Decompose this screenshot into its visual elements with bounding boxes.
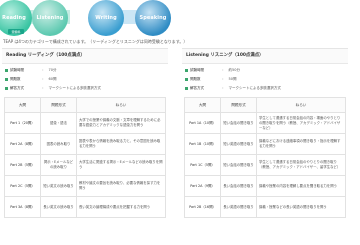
reading-panel: Reading リーディング（100点満点） 試験時間 ： 70分 問題数 ： 60…	[2, 48, 168, 245]
table-row: Part 1（20問） 語彙・語法 大学での授業や講義の文脈・文章を理解するため…	[4, 112, 166, 134]
table-row: Part 1B（10問） 短い英語の聞き取り 講義などにおける連絡事項の聞き取り…	[184, 133, 346, 155]
info-row-time: 試験時間 ： 70分	[2, 66, 168, 75]
cell-format: 図表の読み取り	[40, 133, 77, 155]
info-value: 70分	[48, 68, 57, 72]
cell-part: Part 1C（5問）	[184, 154, 221, 176]
cell-part: Part 2B（16問）	[184, 196, 221, 218]
cell-aim: 講義などにおける連絡事項の聞き取り・指示を理解する力を問う	[256, 133, 346, 155]
cell-format: 短い会話の聞き取り	[220, 112, 257, 134]
cell-aim: 講義や授業の内容を理解し要点を聞き取る力を問う	[256, 175, 346, 197]
cell-format: 掲示・Eメールなどの読み取り	[40, 154, 77, 176]
info-label: 問題数	[10, 77, 21, 81]
info-value: 約50分	[228, 68, 240, 72]
intro-text: TEAP は4つのカテゴリーで構成されています。（リーディングとリスニングは同時…	[3, 39, 188, 44]
fee-badge[interactable]: 受験料	[8, 29, 24, 34]
table-row: Part 2B（5問） 掲示・Eメールなどの読み取り 大学生活に関連する掲示・E…	[4, 154, 166, 176]
cell-aim: 長い英文の論理構成や要点を把握する力を問う	[76, 196, 166, 218]
listening-table: 大問 問題形式 ねらい Part 1A（10問） 短い会話の聞き取り 学生として…	[184, 97, 346, 218]
info-label: 解答方式	[190, 86, 204, 90]
bullet-icon	[185, 69, 188, 72]
bullet-icon	[5, 78, 8, 81]
cell-format: 語彙・語法	[40, 112, 77, 134]
cell-part: Part 2B（5問）	[4, 154, 41, 176]
cell-part: Part 1（20問）	[4, 112, 41, 134]
header-format: 問題形式	[40, 97, 77, 113]
info-value: 60問	[48, 77, 57, 81]
info-label: 解答方式	[10, 86, 24, 90]
info-row-count: 問題数 ： 50問	[182, 75, 348, 84]
table-row: Part 1C（5問） 短い会話の聞き取り 学生として遭遇する日常会話のやりとり…	[184, 154, 346, 176]
cell-format: 長い会話の聞き取り	[220, 175, 257, 197]
cell-part: Part 2A（8問）	[4, 133, 41, 155]
cell-part: Part 2C（5問）	[4, 175, 41, 197]
cell-format: 短い英文の読み取り	[40, 175, 77, 197]
skill-label: Listening	[36, 15, 64, 21]
cell-format: 短い会話の聞き取り	[220, 154, 257, 176]
bullet-icon	[185, 87, 188, 90]
skill-label: Reading	[2, 15, 26, 21]
cell-format: 短い英語の聞き取り	[220, 133, 257, 155]
cell-part: Part 3A（8問）	[4, 196, 41, 218]
info-value: マークシートによる多肢選択方式	[228, 86, 281, 90]
table-row: Part 3A（8問） 長い英文の読み取り 長い英文の論理構成や要点を把握する力…	[4, 196, 166, 218]
reading-table: 大問 問題形式 ねらい Part 1（20問） 語彙・語法 大学での授業や講義の…	[4, 97, 166, 218]
cell-aim: 大学生活に関連する掲示・Eメールなどの読み取りを問う	[76, 154, 166, 176]
header-aim: ねらい	[256, 97, 346, 113]
cell-aim: 学生として遭遇する日常会話の内容・場面のやりとりの聞き取りを問う（教授、アカデミ…	[256, 112, 346, 134]
panel-title: Listening リスニング（100点満点）	[182, 49, 348, 64]
table-row: Part 1A（10問） 短い会話の聞き取り 学生として遭遇する日常会話の内容・…	[184, 112, 346, 134]
skill-writing[interactable]: Writing	[88, 0, 124, 36]
cell-aim: 大学での授業や講義の文脈・文章を理解するために必要な語彙力とアカデミックな語彙力…	[76, 112, 166, 134]
skill-speaking[interactable]: Speaking	[135, 0, 171, 36]
info-label: 試験時間	[10, 68, 24, 72]
cell-part: Part 1B（10問）	[184, 133, 221, 155]
cell-aim: 講義・授業などの長い英語の聞き取りを問う	[256, 196, 346, 218]
cell-format: 長い英語の聞き取り	[220, 196, 257, 218]
table-row: Part 2A（8問） 図表の読み取り 図表や表から情報を読み取る力と、その意図…	[4, 133, 166, 155]
table-row: Part 2C（5問） 短い英文の読み取り 教材や論文の要旨を読み取り、必要な情…	[4, 175, 166, 197]
info-label: 試験時間	[190, 68, 204, 72]
skill-label: Speaking	[139, 15, 167, 21]
skills-banner: Reading Listening Writing Speaking 受験料	[0, 0, 180, 38]
table-row: Part 2B（16問） 長い英語の聞き取り 講義・授業などの長い英語の聞き取り…	[184, 196, 346, 218]
cell-format: 長い英文の読み取り	[40, 196, 77, 218]
info-row-count: 問題数 ： 60問	[2, 75, 168, 84]
cell-aim: 学生として遭遇する日常会話のやりとりの聞き取り（教授、アカデミック・アドバイザー…	[256, 154, 346, 176]
table-row: Part 2A（9問） 長い会話の聞き取り 講義や授業の内容を理解し要点を聞き取…	[184, 175, 346, 197]
panel-title: Reading リーディング（100点満点）	[2, 49, 168, 64]
header-format: 問題形式	[220, 97, 257, 113]
info-row-method: 解答方式 ：マークシートによる多肢選択方式	[182, 84, 348, 93]
header-part: 大問	[4, 97, 41, 113]
header-aim: ねらい	[76, 97, 166, 113]
cell-aim: 教材や論文の要旨を読み取り、必要な情報を探す力を問う	[76, 175, 166, 197]
header-part: 大問	[184, 97, 221, 113]
info-value: マークシートによる多肢選択方式	[48, 86, 101, 90]
skill-listening[interactable]: Listening	[32, 0, 68, 36]
cell-part: Part 2A（9問）	[184, 175, 221, 197]
bullet-icon	[5, 87, 8, 90]
info-value: 50問	[228, 77, 237, 81]
info-row-time: 試験時間 ：約50分	[182, 66, 348, 75]
info-label: 問題数	[190, 77, 201, 81]
info-row-method: 解答方式 ：マークシートによる多肢選択方式	[2, 84, 168, 93]
listening-panel: Listening リスニング（100点満点） 試験時間 ：約50分 問題数 ：…	[182, 48, 348, 245]
cell-part: Part 1A（10問）	[184, 112, 221, 134]
skill-label: Writing	[95, 15, 117, 21]
bullet-icon	[185, 78, 188, 81]
bullet-icon	[5, 69, 8, 72]
cell-aim: 図表や表から情報を読み取る力と、その意図を読み取る力を問う	[76, 133, 166, 155]
